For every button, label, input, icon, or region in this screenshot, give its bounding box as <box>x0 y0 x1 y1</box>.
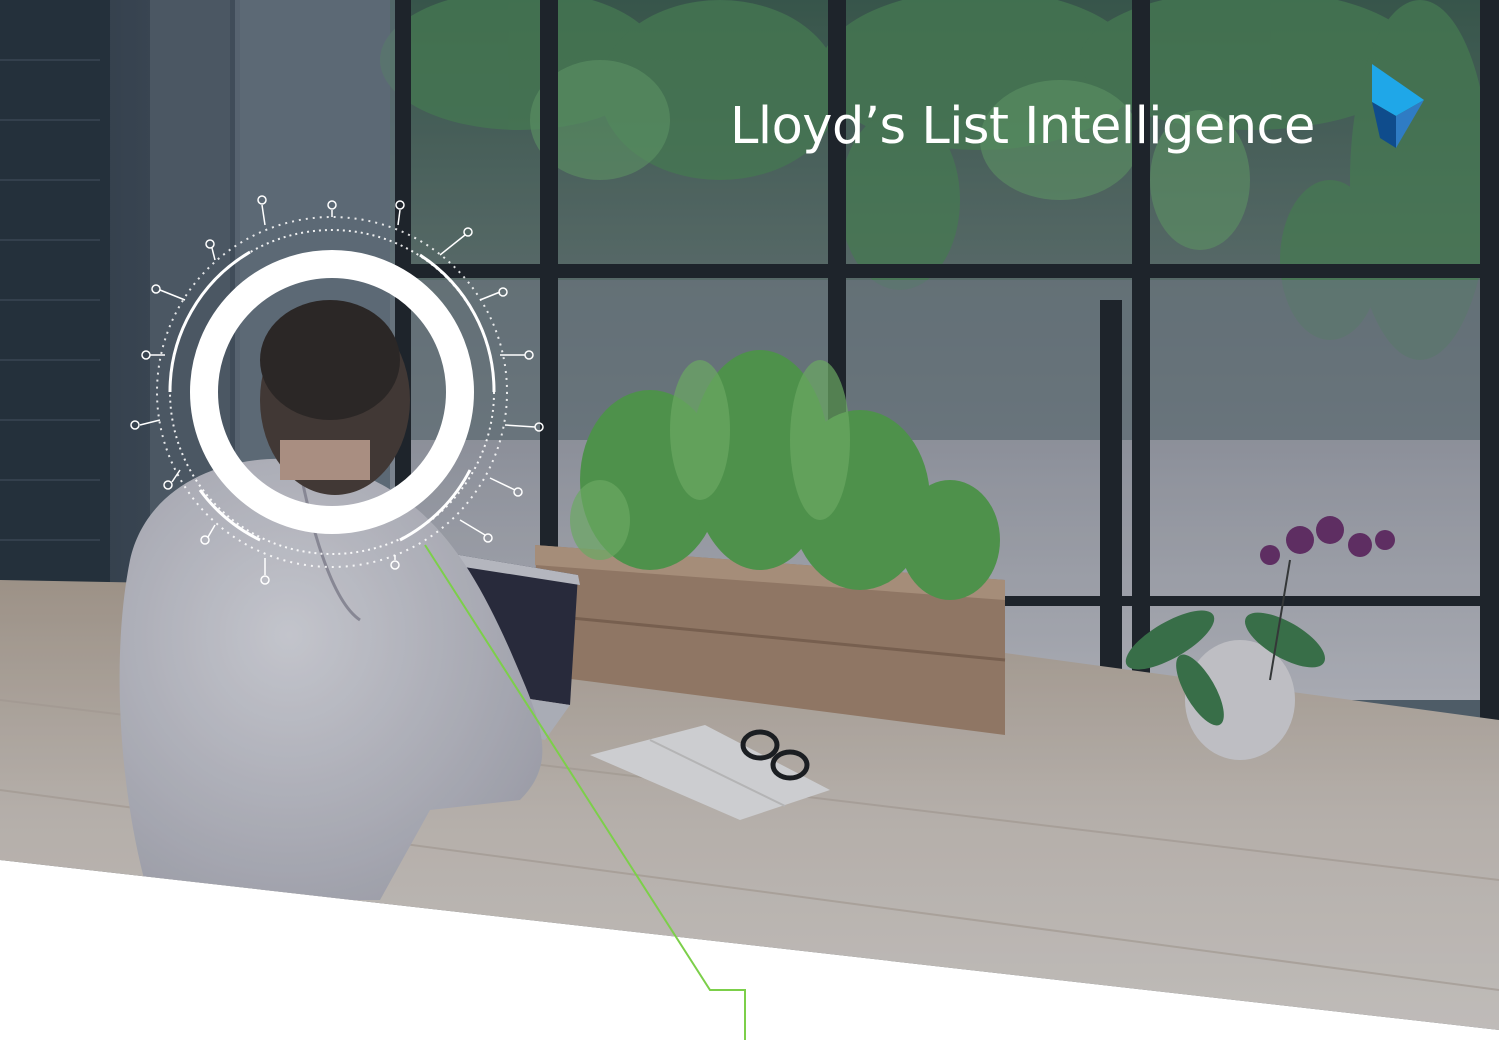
brand-lockup[interactable]: Lloyd’s List Intelligence <box>730 64 1424 166</box>
brand-name: Lloyd’s List Intelligence <box>730 96 1315 156</box>
lli-play-mark-icon <box>1372 64 1424 148</box>
